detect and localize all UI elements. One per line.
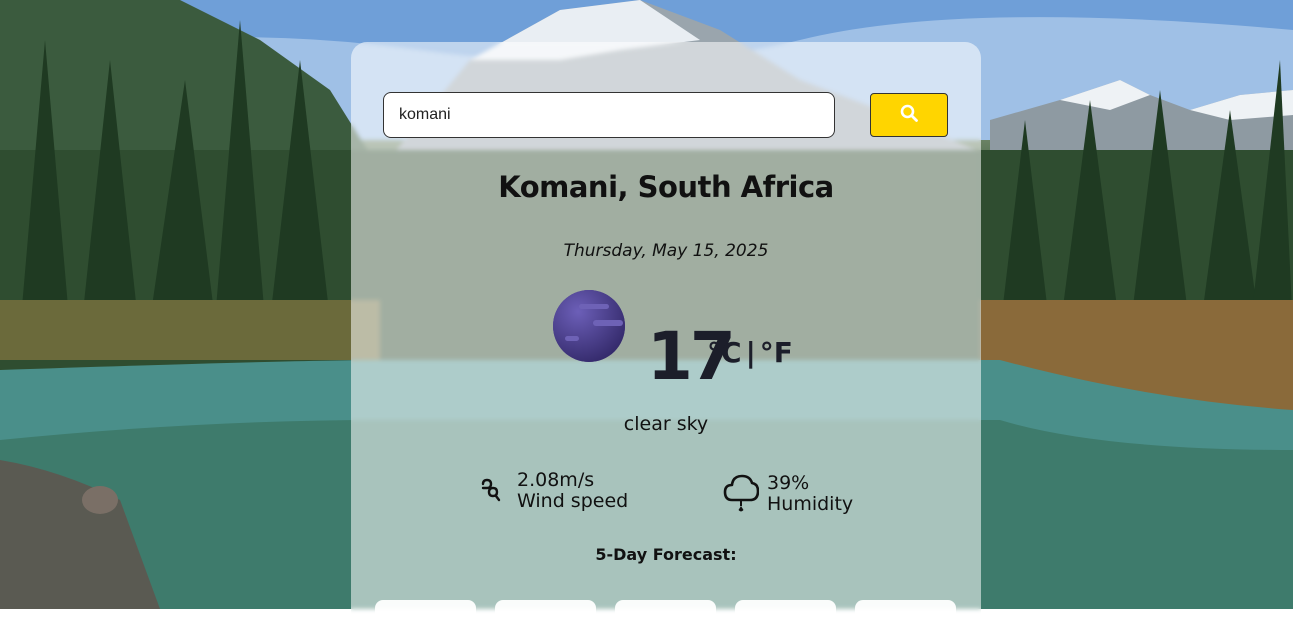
weather-description: clear sky [623,413,709,435]
humidity-value: 39% [767,472,810,494]
search-button[interactable] [870,93,948,137]
forecast-day-card [375,600,476,630]
humidity-stat: 39% Humidity [723,470,853,518]
current-date: Thursday, May 15, 2025 [563,241,769,261]
forecast-list [375,600,960,640]
moon-clear-night-icon [553,290,625,362]
wind-icon [479,478,501,508]
wind-speed-value: 2.08m/s [517,469,595,491]
humidity-cloud-icon [723,472,760,518]
wind-speed-stat: 2.08m/s Wind speed [479,470,628,512]
humidity-label: Humidity [767,493,854,515]
unit-toggle: °C | °F [707,336,793,369]
forecast-day-card [735,600,836,630]
city-name: Komani, South Africa [498,170,834,204]
fahrenheit-unit-link[interactable]: °F [760,336,793,369]
search-input[interactable] [383,92,835,138]
unit-separator: | [745,336,756,369]
weather-card: Komani, South Africa Thursday, May 15, 2… [351,42,981,632]
wind-speed-label: Wind speed [517,490,629,512]
forecast-day-card [855,600,956,630]
forecast-day-card [495,600,596,630]
forecast-day-card [615,600,716,630]
search-icon [900,104,918,126]
celsius-unit-link[interactable]: °C [707,336,742,369]
forecast-title: 5-Day Forecast: [595,545,737,564]
